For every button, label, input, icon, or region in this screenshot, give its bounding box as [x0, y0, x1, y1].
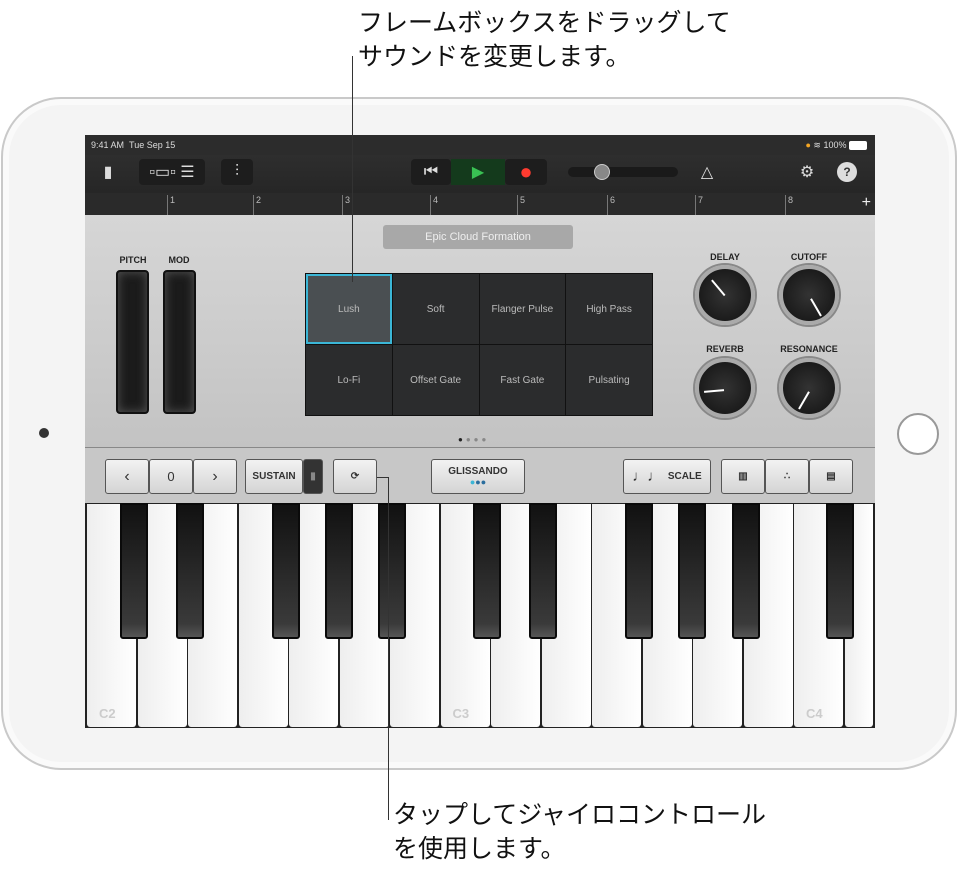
rewind-button[interactable]: ⏮ — [411, 159, 451, 185]
cutoff-knob[interactable] — [779, 265, 839, 325]
octave-up-button[interactable]: › — [193, 459, 237, 494]
metronome-icon[interactable]: △ — [695, 159, 719, 185]
keyboard-mode-icon[interactable]: ▥ — [721, 459, 765, 494]
delay-label: DELAY — [710, 252, 740, 262]
timeline-ruler[interactable]: 1 2 3 4 5 6 7 8 + — [85, 193, 875, 215]
page-indicator[interactable]: ●●●● — [458, 435, 489, 444]
black-key[interactable] — [826, 503, 854, 639]
black-key[interactable] — [325, 503, 353, 639]
bar-number: 3 — [342, 195, 350, 215]
home-button[interactable] — [897, 413, 939, 455]
black-key[interactable] — [378, 503, 406, 639]
mod-wheel[interactable] — [163, 270, 196, 414]
help-icon[interactable]: ? — [837, 162, 857, 182]
black-key[interactable] — [625, 503, 653, 639]
bar-number: 5 — [517, 195, 525, 215]
bar-number: 2 — [253, 195, 261, 215]
sustain-button[interactable]: SUSTAIN — [245, 459, 303, 494]
document-icon[interactable]: ▮ — [95, 159, 121, 185]
sound-cell[interactable]: Lush — [306, 274, 392, 344]
delay-knob[interactable] — [695, 265, 755, 325]
callout-gyro: タップしてジャイロコントロール を使用します。 — [393, 798, 766, 866]
reverb-label: REVERB — [706, 344, 744, 354]
notes-icon: ♩♩ — [632, 468, 663, 485]
callout-leader — [352, 56, 353, 282]
transform-pad[interactable]: Lush Soft Flanger Pulse High Pass Lo-Fi … — [305, 273, 653, 416]
gyro-button[interactable]: ⟳ — [333, 459, 377, 494]
bar-number: 4 — [430, 195, 438, 215]
record-button[interactable]: ● — [505, 159, 547, 185]
octave-value: 0 — [149, 459, 193, 494]
wifi-icon: ≋ — [813, 140, 821, 150]
black-key[interactable] — [473, 503, 501, 639]
date: Tue Sep 15 — [129, 140, 176, 150]
sound-cell[interactable]: High Pass — [566, 274, 652, 344]
mixer-icon[interactable]: ⫶ — [221, 159, 253, 185]
black-key[interactable] — [120, 503, 148, 639]
octave-label: C2 — [99, 706, 116, 721]
arpeggiator-icon[interactable]: ∴ — [765, 459, 809, 494]
sound-cell[interactable]: Soft — [392, 274, 479, 344]
play-button[interactable]: ▶ — [451, 159, 505, 185]
camera — [39, 428, 49, 438]
callout-leader — [377, 477, 388, 478]
keyboard-settings-icon[interactable]: ▤ — [809, 459, 853, 494]
time: 9:41 AM — [91, 140, 125, 150]
black-key[interactable] — [272, 503, 300, 639]
status-bar: 9:41 AM Tue Sep 15 ● ≋ 100% — [85, 135, 875, 155]
glissando-button[interactable]: GLISSANDO ●●● — [431, 459, 525, 494]
sound-cell[interactable]: Offset Gate — [392, 345, 479, 415]
sound-cell[interactable]: Lo-Fi — [306, 345, 392, 415]
bar-number: 1 — [167, 195, 175, 215]
octave-label: C3 — [452, 706, 470, 721]
callout-line: サウンドを変更します。 — [358, 43, 631, 71]
black-key[interactable] — [529, 503, 557, 639]
sound-cell[interactable]: Fast Gate — [479, 345, 566, 415]
callout-frame-box: フレームボックスをドラッグして サウンドを変更します。 — [358, 6, 731, 74]
mod-label: MOD — [168, 255, 190, 265]
cutoff-label: CUTOFF — [790, 252, 828, 262]
settings-icon[interactable]: ⚙ — [795, 159, 819, 185]
pitch-wheel[interactable] — [116, 270, 149, 414]
scale-button[interactable]: ♩♩ SCALE — [623, 459, 711, 494]
octave-down-button[interactable]: ‹ — [105, 459, 149, 494]
add-section-icon[interactable]: + — [862, 194, 871, 212]
sound-cell[interactable]: Pulsating — [566, 345, 652, 415]
tracks-view-icon[interactable]: ☰ — [180, 162, 194, 182]
control-strip: ‹ 0 › SUSTAIN ▮ ⟳ GLISSANDO ●●● ♩♩ SCALE … — [85, 447, 875, 503]
toolbar: ▮ ▫▭▫ ☰ ⫶ ⏮ ▶ ● △ ⚙ ? — [85, 155, 875, 193]
garageband-screen: 9:41 AM Tue Sep 15 ● ≋ 100% ▮ ▫▭▫ ☰ ⫶ ⏮ … — [85, 135, 875, 728]
sound-cell[interactable]: Flanger Pulse — [479, 274, 566, 344]
bar-number: 7 — [695, 195, 703, 215]
glissando-label: GLISSANDO — [448, 466, 508, 477]
bar-number: 8 — [785, 195, 793, 215]
battery-icon — [849, 141, 867, 151]
callout-line: を使用します。 — [393, 835, 566, 863]
resonance-label: RESONANCE — [780, 344, 838, 354]
reverb-knob[interactable] — [695, 358, 755, 418]
bar-number: 6 — [607, 195, 615, 215]
view-toggle[interactable]: ▫▭▫ ☰ — [139, 159, 205, 185]
volume-slider[interactable] — [568, 164, 678, 180]
callout-line: フレームボックスをドラッグして — [358, 9, 731, 37]
scale-label: SCALE — [667, 471, 702, 482]
keyboard: C2 C3 C4 — [85, 503, 875, 728]
resonance-knob[interactable] — [779, 358, 839, 418]
volume-thumb[interactable] — [594, 164, 610, 180]
patch-name[interactable]: Epic Cloud Formation — [383, 225, 573, 249]
instrument-view-icon[interactable]: ▫▭▫ — [149, 162, 175, 182]
alchemy-panel: Epic Cloud Formation PITCH MOD Lush Soft… — [85, 215, 875, 447]
black-key[interactable] — [732, 503, 760, 639]
black-key[interactable] — [678, 503, 706, 639]
octave-label: C4 — [806, 706, 823, 721]
pitch-label: PITCH — [119, 255, 147, 265]
battery-text: 100% — [823, 140, 847, 150]
sustain-lock-icon[interactable]: ▮ — [303, 459, 323, 494]
callout-leader — [388, 477, 389, 820]
black-key[interactable] — [176, 503, 204, 639]
callout-line: タップしてジャイロコントロール — [393, 801, 767, 829]
